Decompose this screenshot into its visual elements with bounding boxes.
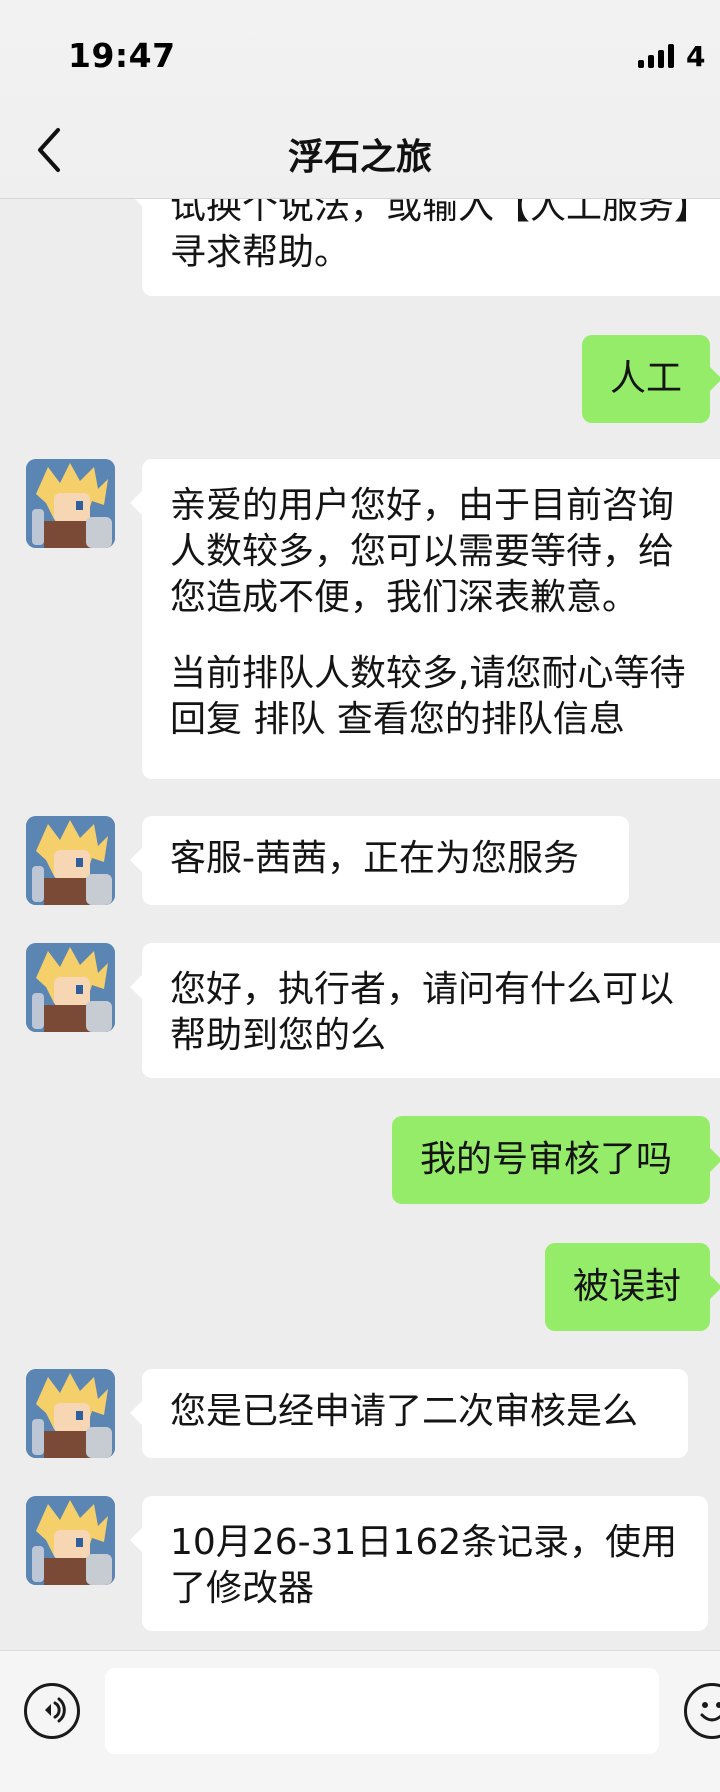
outgoing-message[interactable]: 被误封: [545, 1243, 720, 1331]
status-time: 19:47: [68, 36, 176, 75]
chat-message-list[interactable]: 试换个说法，或输入【人工服务】寻求帮助。 人工 亲爱的用户您好，由于目前咨询人数…: [0, 0, 720, 1650]
message-input-bar: [0, 1650, 720, 1792]
outgoing-message[interactable]: 我的号审核了吗: [392, 1116, 720, 1204]
outgoing-message[interactable]: 人工: [582, 335, 720, 423]
incoming-message[interactable]: 您是已经申请了二次审核是么: [130, 1369, 688, 1458]
message-text: 您好，执行者，请问有什么可以帮助到您的么: [170, 969, 675, 1056]
chat-title: 浮石之旅: [287, 137, 432, 178]
voice-button[interactable]: [24, 1683, 80, 1739]
voice-icon: [45, 1697, 66, 1723]
incoming-message[interactable]: 客服-茜茜，正在为您服务: [130, 816, 629, 905]
message-text: 10月26-31日162条记录，使用了修改器: [170, 1522, 678, 1609]
emoji-button[interactable]: [684, 1683, 720, 1739]
contact-avatar[interactable]: [26, 459, 115, 548]
message-text: 人工: [610, 358, 683, 399]
message-input[interactable]: [105, 1668, 659, 1754]
incoming-message[interactable]: 您好，执行者，请问有什么可以帮助到您的么: [130, 943, 720, 1078]
message-text: 您是已经申请了二次审核是么: [170, 1391, 639, 1432]
message-text: 我的号审核了吗: [420, 1139, 673, 1180]
signal-icon: 4: [638, 40, 705, 73]
contact-avatar[interactable]: [26, 943, 115, 1032]
message-text: 被误封: [573, 1266, 682, 1307]
message-text: 客服-茜茜，正在为您服务: [170, 838, 579, 879]
incoming-message[interactable]: 10月26-31日162条记录，使用了修改器: [130, 1496, 708, 1631]
network-label: 4: [686, 40, 706, 73]
message-text: 亲爱的用户您好，由于目前咨询人数较多，您可以需要等待，给您造成不便，我们深表歉意…: [170, 485, 675, 618]
message-text: 当前排队人数较多,请您耐心等待回复 排队 查看您的排队信息: [170, 653, 686, 740]
incoming-message[interactable]: 亲爱的用户您好，由于目前咨询人数较多，您可以需要等待，给您造成不便，我们深表歉意…: [130, 459, 720, 779]
navigation-header: 19:47 4 浮石之旅: [0, 0, 720, 199]
emoji-icon: [700, 1702, 720, 1722]
contact-avatar[interactable]: [26, 1496, 115, 1585]
contact-avatar[interactable]: [26, 1369, 115, 1458]
contact-avatar[interactable]: [26, 816, 115, 905]
